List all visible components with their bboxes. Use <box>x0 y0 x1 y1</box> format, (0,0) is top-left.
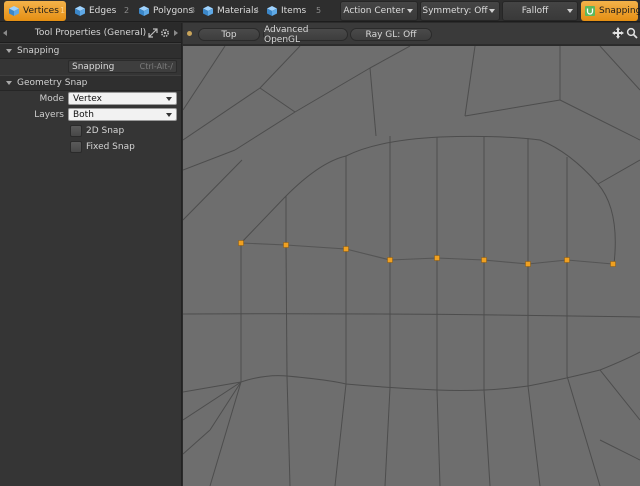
geometry-snap-section-label: Geometry Snap <box>17 78 88 88</box>
geometry-snap-section-header[interactable]: Geometry Snap <box>0 75 181 91</box>
viewport-header: Top Advanced OpenGL Ray GL: Off <box>183 23 640 45</box>
vertex-point[interactable] <box>238 240 244 246</box>
mesh-edges <box>183 46 640 486</box>
snapping-button[interactable]: Snapping Ctrl-Alt-/ <box>68 60 177 73</box>
expand-icon[interactable] <box>148 28 158 38</box>
view-type-label: Top <box>221 29 237 40</box>
section-expanded-icon <box>6 49 12 53</box>
selected-vertices <box>238 240 616 267</box>
2d-snap-label: 2D Snap <box>86 126 125 136</box>
layers-select[interactable]: Both <box>68 108 177 121</box>
layers-value: Both <box>73 110 94 120</box>
mode-value: Vertex <box>73 94 102 104</box>
chevron-down-icon <box>166 97 172 101</box>
chevron-down-icon <box>166 113 172 117</box>
polygons-mode-number: 3 <box>190 6 196 15</box>
snapping-section-label: Snapping <box>17 46 60 56</box>
polygons-mode-label: Polygons <box>153 6 194 16</box>
mode-select[interactable]: Vertex <box>68 92 177 105</box>
renderer-button[interactable]: Advanced OpenGL <box>263 25 348 45</box>
edges-mode-number: 2 <box>124 6 130 15</box>
collapse-left-icon[interactable] <box>3 30 7 36</box>
vertices-mode-number: 1 <box>60 6 66 15</box>
vertex-point[interactable] <box>525 261 531 267</box>
layers-label: Layers <box>34 110 64 120</box>
action-center-label: Action Center <box>343 6 405 16</box>
mode-label: Mode <box>39 94 64 104</box>
edges-mode-button[interactable]: Edges <box>70 1 126 21</box>
chevron-down-icon <box>567 9 573 13</box>
raygl-button[interactable]: Ray GL: Off <box>350 28 432 41</box>
vertex-point[interactable] <box>610 261 616 267</box>
snapping-button-label: Snapping <box>72 62 115 72</box>
symmetry-label: Symmetry: Off <box>422 6 488 16</box>
falloff-label: Falloff <box>521 6 549 16</box>
raygl-label: Ray GL: Off <box>365 29 417 40</box>
mesh-wireframe[interactable] <box>183 46 640 486</box>
vertex-point[interactable] <box>434 255 440 261</box>
polygons-cube-icon <box>139 6 149 16</box>
snapping-toggle-label: Snapping <box>599 6 640 16</box>
vertex-point[interactable] <box>481 257 487 263</box>
3d-viewport[interactable] <box>183 46 640 486</box>
vertices-cube-icon <box>9 6 19 16</box>
section-expanded-icon <box>6 81 12 85</box>
vertex-point[interactable] <box>564 257 570 263</box>
panel-menu-arrow-icon[interactable] <box>174 30 178 36</box>
vertex-point[interactable] <box>343 246 349 252</box>
vertex-point[interactable] <box>387 257 393 263</box>
panel-header: Tool Properties (General) <box>0 23 181 43</box>
2d-snap-row: 2D Snap <box>0 123 181 139</box>
renderer-label: Advanced OpenGL <box>264 24 309 45</box>
items-mode-number: 5 <box>316 6 322 15</box>
2d-snap-checkbox[interactable] <box>70 125 82 137</box>
materials-mode-label: Materials <box>217 6 259 16</box>
items-cube-icon <box>267 6 277 16</box>
panel-title: Tool Properties (General) <box>34 27 147 38</box>
edges-cube-icon <box>75 6 85 16</box>
fixed-snap-row: Fixed Snap <box>0 139 181 155</box>
pan-move-icon[interactable] <box>612 27 624 39</box>
falloff-dropdown[interactable]: Falloff <box>502 1 578 21</box>
vertex-point[interactable] <box>283 242 289 248</box>
vertices-mode-button[interactable]: Vertices <box>4 1 66 21</box>
viewport-options-dot-icon[interactable] <box>187 31 192 36</box>
view-type-button[interactable]: Top <box>198 28 260 41</box>
layers-row: Layers Both <box>0 107 181 123</box>
materials-cube-icon <box>203 6 213 16</box>
tool-properties-panel: Tool Properties (General) Snapping Snapp… <box>0 23 182 486</box>
chevron-down-icon <box>489 9 495 13</box>
snapping-toggle-button[interactable]: Snapping <box>581 1 640 21</box>
materials-mode-number: 4 <box>254 6 260 15</box>
polygons-mode-button[interactable]: Polygons <box>134 1 194 21</box>
snapping-row: Snapping Ctrl-Alt-/ <box>0 59 181 75</box>
main-toolbar: Vertices 1 Edges 2 Polygons 3 Materials … <box>0 0 640 22</box>
action-center-dropdown[interactable]: Action Center <box>340 1 418 21</box>
materials-mode-button[interactable]: Materials <box>198 1 258 21</box>
snapping-section-header[interactable]: Snapping <box>0 43 181 59</box>
snapping-magnet-icon <box>585 6 595 16</box>
snapping-shortcut: Ctrl-Alt-/ <box>139 62 173 71</box>
fixed-snap-label: Fixed Snap <box>86 142 135 152</box>
symmetry-dropdown[interactable]: Symmetry: Off <box>420 1 500 21</box>
gear-icon[interactable] <box>160 28 170 38</box>
zoom-magnifier-icon[interactable] <box>626 27 638 39</box>
items-mode-label: Items <box>281 6 307 16</box>
vertices-mode-label: Vertices <box>23 6 59 16</box>
chevron-down-icon <box>407 9 413 13</box>
mode-row: Mode Vertex <box>0 91 181 107</box>
items-mode-button[interactable]: Items <box>262 1 312 21</box>
edges-mode-label: Edges <box>89 6 117 16</box>
fixed-snap-checkbox[interactable] <box>70 141 82 153</box>
